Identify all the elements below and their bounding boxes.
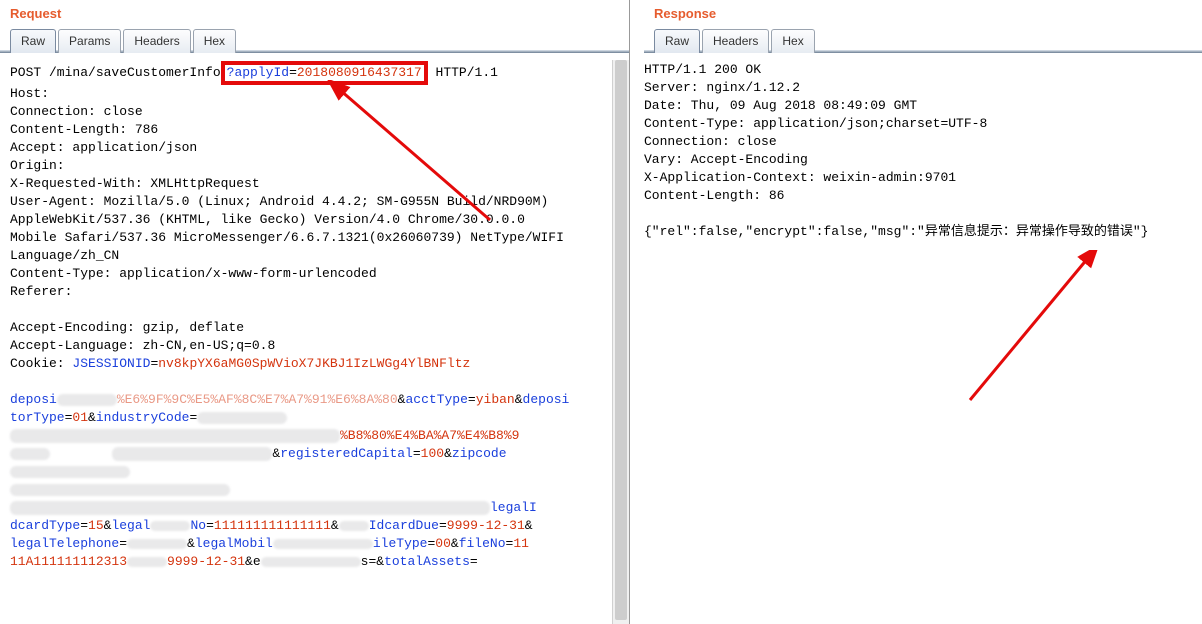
- bf4f: zipcode: [452, 446, 507, 461]
- smudge: [10, 501, 490, 515]
- bf6f: No: [190, 518, 206, 533]
- smudge: [10, 429, 340, 443]
- tab-raw[interactable]: Raw: [10, 29, 56, 53]
- bf4c: =: [413, 446, 421, 461]
- smudge: [10, 484, 230, 496]
- bf4e: &: [444, 446, 452, 461]
- bf6c: 15: [88, 518, 104, 533]
- response-title: Response: [644, 0, 1202, 29]
- req-block1: Host: Connection: close Content-Length: …: [10, 86, 564, 299]
- request-scrollbar[interactable]: [612, 60, 629, 624]
- tab-headers[interactable]: Headers: [123, 29, 190, 53]
- smudge: [112, 447, 272, 461]
- bf6h: 111111111111111: [214, 518, 331, 533]
- bf1d: 01: [72, 410, 88, 425]
- bf6m: &: [525, 518, 533, 533]
- request-title: Request: [0, 0, 629, 29]
- bf8c: &e: [245, 554, 261, 569]
- bf1a: deposi: [10, 392, 57, 407]
- hl-value: 201808091643731: [297, 65, 414, 80]
- bf6e: legal: [111, 518, 150, 533]
- response-content[interactable]: HTTP/1.1 200 OK Server: nginx/1.12.2 Dat…: [644, 53, 1202, 249]
- bf1e: &: [88, 410, 96, 425]
- bf8g: =: [470, 554, 478, 569]
- bf8a: 11A111111112313: [10, 554, 127, 569]
- bf3: %B8%80%E4%BA%A7%E4%B8%9: [340, 428, 519, 443]
- request-tabs: Raw Params Headers Hex: [0, 29, 629, 53]
- tab-headers-resp[interactable]: Headers: [702, 29, 769, 53]
- bf2d: yiban: [476, 392, 515, 407]
- smudge: [197, 412, 287, 424]
- bf2e: &: [515, 392, 523, 407]
- bf7g: 00: [435, 536, 451, 551]
- bf8f: totalAssets: [384, 554, 470, 569]
- hl-param: applyId: [234, 65, 289, 80]
- req-line1-post: HTTP/1.1: [428, 65, 498, 80]
- tab-hex[interactable]: Hex: [193, 29, 236, 53]
- tab-params[interactable]: Params: [58, 29, 121, 53]
- bf2c: =: [468, 392, 476, 407]
- bf2f: deposi: [523, 392, 570, 407]
- tab-raw-resp[interactable]: Raw: [654, 29, 700, 53]
- bf1b: torType: [10, 410, 65, 425]
- smudge: [261, 557, 361, 567]
- bf6k: =: [439, 518, 447, 533]
- bf6g: =: [206, 518, 214, 533]
- request-panel: Request Raw Params Headers Hex POST /min…: [0, 0, 630, 624]
- smudge: [273, 539, 373, 549]
- bf7b: =: [119, 536, 127, 551]
- bf6j: IdcardDue: [369, 518, 439, 533]
- bf7i: fileNo: [459, 536, 506, 551]
- hl-eq: =: [289, 65, 297, 80]
- bf1g: =: [189, 410, 197, 425]
- bf7k: 11: [513, 536, 529, 551]
- cookie-val: nv8kpYX6aMG0SpWVioX7JKBJ1IzLWGg4YlBNFltz: [158, 356, 470, 371]
- cookie-key: JSESSIONID: [72, 356, 150, 371]
- bf1f: industryCode: [96, 410, 190, 425]
- bf6l: 9999-12-31: [447, 518, 525, 533]
- bf7h: &: [451, 536, 459, 551]
- bf4b: registeredCapital: [280, 446, 413, 461]
- annotation-arrow-right: [910, 250, 1110, 410]
- smudge: [10, 448, 50, 460]
- bf8b: 9999-12-31: [167, 554, 245, 569]
- bf7c: &: [187, 536, 195, 551]
- bf8e: &: [376, 554, 384, 569]
- req-line1-pre: POST /mina/saveCustomerInfo: [10, 65, 221, 80]
- resp-body: {"rel":false,"encrypt":false,"msg":"异常信息…: [644, 224, 1148, 239]
- response-panel: Response Raw Headers Hex HTTP/1.1 200 OK…: [630, 0, 1202, 624]
- smudge: [127, 557, 167, 567]
- smudge: [150, 521, 190, 531]
- bf7d: legalMobil: [195, 536, 273, 551]
- smudge: [57, 394, 117, 406]
- resp-headers: HTTP/1.1 200 OK Server: nginx/1.12.2 Dat…: [644, 62, 987, 203]
- bf4d: 100: [421, 446, 444, 461]
- bf7e: ileType: [373, 536, 428, 551]
- bf6i: &: [331, 518, 339, 533]
- bf6b: =: [80, 518, 88, 533]
- response-tabs: Raw Headers Hex: [644, 29, 1202, 53]
- request-content[interactable]: POST /mina/saveCustomerInfo?applyId=2018…: [0, 53, 629, 579]
- hl-trail: 7: [414, 65, 422, 80]
- highlight-box: ?applyId=2018080916437317: [221, 61, 428, 85]
- smudge: [127, 539, 187, 549]
- bf2b: acctType: [405, 392, 467, 407]
- scrollbar-thumb[interactable]: [615, 60, 627, 620]
- smudge: [339, 521, 369, 531]
- bf7a: legalTelephone: [10, 536, 119, 551]
- smudge: [10, 466, 130, 478]
- bf6a: dcardType: [10, 518, 80, 533]
- tab-hex-resp[interactable]: Hex: [771, 29, 814, 53]
- bf-enc: %E6%9F%9C%E5%AF%8C%E7%A7%91%E6%8A%80: [117, 392, 398, 407]
- bf5: legalI: [490, 500, 537, 515]
- bf8d: s=: [361, 554, 377, 569]
